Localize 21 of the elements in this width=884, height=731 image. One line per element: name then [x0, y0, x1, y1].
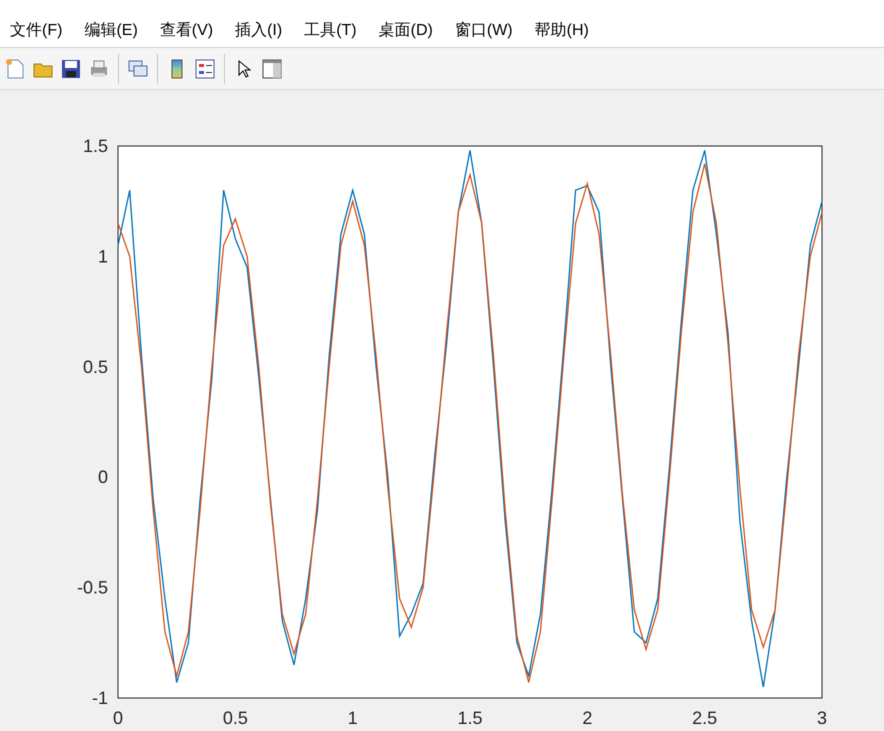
menu-item[interactable]: 编辑(E)	[84, 19, 138, 43]
menu-item[interactable]: 窗口(W)	[454, 19, 513, 43]
menu-item[interactable]: 查看(V)	[160, 19, 214, 43]
x-tick-label: 0.5	[222, 708, 248, 728]
x-tick-label: 1.5	[457, 708, 483, 728]
x-tick-label: 0	[113, 708, 123, 728]
menu-item[interactable]: 文件(F)	[10, 19, 62, 43]
y-tick-label: -0.5	[76, 578, 108, 598]
y-tick-label: 0	[98, 467, 108, 488]
x-tick-label: 3	[817, 708, 827, 728]
y-tick-label: 1.5	[82, 136, 108, 156]
menu-item[interactable]: 桌面(D)	[378, 19, 433, 43]
menu-item[interactable]: 帮助(H)	[534, 19, 589, 43]
y-tick-label: -1	[92, 688, 108, 708]
x-tick-label: 2	[582, 708, 592, 728]
menu-item[interactable]: 工具(T)	[304, 19, 357, 43]
y-tick-label: 0.5	[82, 356, 108, 377]
x-tick-label: 1	[348, 708, 358, 728]
x-tick-label: 2.5	[692, 708, 718, 728]
menu-item[interactable]: 插入(I)	[235, 19, 282, 43]
y-tick-label: 1	[98, 246, 108, 266]
